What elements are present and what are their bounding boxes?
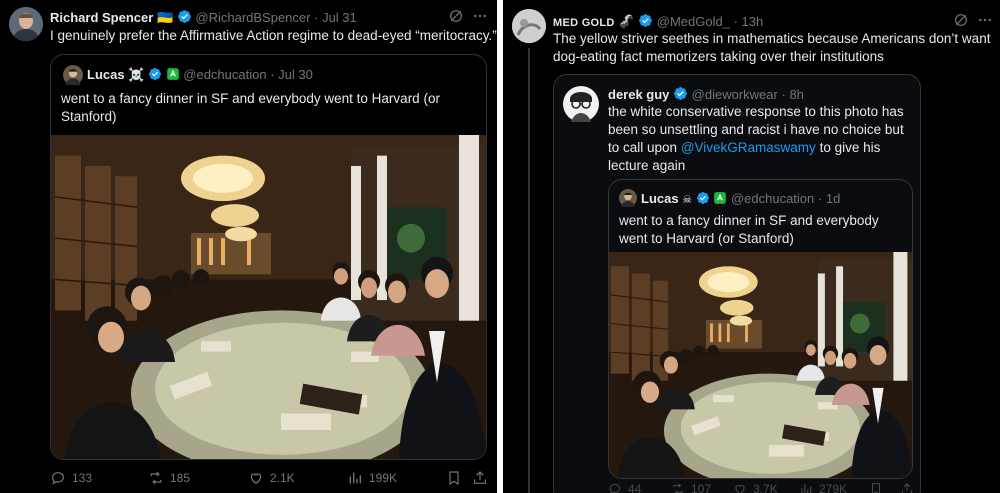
quoted-tweet-text: the white conservative response to this …: [608, 103, 913, 175]
repost-icon: [148, 470, 164, 486]
author-handle[interactable]: @MedGold_: [657, 14, 730, 29]
tweet-time[interactable]: 13h: [742, 14, 764, 29]
nested-tweet-time[interactable]: 1d: [826, 191, 840, 206]
thread-connector-line: [528, 48, 530, 493]
dinner-photo-image: [51, 135, 487, 460]
bookmark-icon[interactable]: [869, 482, 883, 493]
quoted-tweet-header: Lucas ☠️ @edchucation · Jul 30: [87, 67, 313, 83]
dot-separator: ·: [817, 191, 823, 206]
share-icon[interactable]: [900, 482, 914, 493]
reply-count: 44: [628, 482, 642, 493]
nested-author-handle[interactable]: @edchucation: [731, 191, 814, 206]
share-icon[interactable]: [472, 470, 488, 486]
verified-badge-icon: [148, 67, 162, 81]
left-tweet-panel: Richard Spencer 🇺🇦 @RichardBSpencer · Ju…: [0, 0, 497, 493]
quoted-tweet-time[interactable]: 8h: [789, 87, 803, 102]
quoted-tweet-header: derek guy @dieworkwear · 8h: [608, 86, 804, 102]
heart-icon: [248, 470, 264, 486]
views-chart-icon: [347, 470, 363, 486]
reply-icon: [50, 470, 66, 486]
restaurant-dinner-photo[interactable]: [51, 135, 487, 460]
like-button[interactable]: 2.1K: [248, 470, 295, 486]
repost-count: 185: [170, 471, 191, 485]
nested-quoted-tweet[interactable]: Lucas ☠ @edchucation · 1d went to a fanc…: [608, 179, 913, 479]
verified-badge-icon: [177, 9, 192, 24]
user-avatar-icon: [9, 7, 43, 41]
author-handle[interactable]: @RichardBSpencer: [195, 10, 310, 25]
quoted-tweet[interactable]: Lucas ☠️ @edchucation · Jul 30 went to a…: [50, 54, 487, 460]
author-name[interactable]: MED GOLD: [553, 17, 615, 29]
tweet-text: The yellow striver seethes in mathematic…: [553, 31, 991, 64]
lucas-avatar-icon[interactable]: [63, 65, 83, 85]
skunk-emoji: 🦨: [618, 14, 635, 29]
quoted-author-handle[interactable]: @dieworkwear: [692, 87, 778, 102]
dot-separator: ·: [781, 87, 786, 102]
dot-separator: ·: [270, 67, 275, 82]
derek-guy-avatar-icon[interactable]: [563, 86, 599, 122]
verified-badge-icon: [638, 13, 653, 28]
ukraine-flag-emoji: 🇺🇦: [156, 10, 174, 25]
richard-spencer-avatar[interactable]: [9, 7, 43, 41]
heart-icon: [733, 482, 747, 493]
restaurant-dinner-photo[interactable]: [608, 252, 913, 478]
repost-icon: [671, 482, 685, 493]
view-count: 279K: [819, 482, 848, 493]
dinner-photo-image: [608, 252, 913, 478]
nested-quoted-header: Lucas ☠ @edchucation · 1d: [641, 191, 840, 206]
dot-separator: ·: [314, 10, 319, 25]
more-options-icon[interactable]: [472, 8, 488, 24]
tweet-actions-bar: 133 185 2.1K 199K: [0, 470, 497, 490]
verified-badge-icon: [696, 191, 710, 205]
affiliate-badge-icon: [166, 67, 180, 81]
reply-button[interactable]: 44: [608, 482, 641, 493]
user-avatar-icon: [512, 9, 546, 43]
reply-count: 133: [72, 471, 93, 485]
grok-icon[interactable]: [448, 8, 464, 24]
vivek-mention-link[interactable]: @VivekGRamaswamy: [681, 140, 816, 155]
views-button[interactable]: 279K: [799, 482, 847, 493]
quoted-tweet-time[interactable]: Jul 30: [278, 67, 313, 82]
verified-badge-icon: [673, 86, 688, 101]
view-count: 199K: [369, 471, 398, 485]
views-button[interactable]: 199K: [347, 470, 397, 486]
dot-separator: ·: [733, 14, 738, 29]
tweet-header: MED GOLD 🦨 @MedGold_ · 13h: [553, 13, 763, 30]
tweet-time[interactable]: Jul 31: [322, 10, 357, 25]
nested-tweet-text: went to a fancy dinner in SF and everybo…: [619, 213, 879, 246]
skull-emoji: ☠: [682, 194, 693, 206]
tweet-actions-bar: 44 107 3.7K 279K: [503, 482, 1000, 493]
nested-author-name[interactable]: Lucas: [641, 191, 679, 206]
grok-icon[interactable]: [953, 12, 969, 28]
affiliate-badge-icon: [713, 191, 727, 205]
views-chart-icon: [799, 482, 813, 493]
like-count: 2.1K: [270, 471, 295, 485]
bookmark-icon[interactable]: [446, 470, 462, 486]
skull-emoji: ☠️: [128, 67, 145, 82]
tweet-header: Richard Spencer 🇺🇦 @RichardBSpencer · Ju…: [50, 9, 357, 26]
right-tweet-panel: MED GOLD 🦨 @MedGold_ · 13h The yellow st…: [503, 0, 1000, 493]
like-button[interactable]: 3.7K: [733, 482, 778, 493]
repost-button[interactable]: 107: [671, 482, 711, 493]
repost-count: 107: [691, 482, 712, 493]
more-options-icon[interactable]: [977, 12, 993, 28]
quoted-author-handle[interactable]: @edchucation: [183, 67, 266, 82]
quoted-tweet-text: went to a fancy dinner in SF and everybo…: [61, 91, 440, 124]
med-gold-avatar[interactable]: [512, 9, 546, 43]
like-count: 3.7K: [753, 482, 778, 493]
reply-icon: [608, 482, 622, 493]
quoted-tweet[interactable]: derek guy @dieworkwear · 8h the white co…: [553, 74, 921, 493]
quoted-author-name[interactable]: Lucas: [87, 67, 125, 82]
tweet-text: I genuinely prefer the Affirmative Actio…: [50, 28, 497, 43]
quoted-author-name[interactable]: derek guy: [608, 87, 669, 102]
reply-button[interactable]: 133: [50, 470, 92, 486]
author-name[interactable]: Richard Spencer: [50, 10, 153, 25]
lucas-avatar-icon[interactable]: [619, 189, 637, 207]
repost-button[interactable]: 185: [148, 470, 190, 486]
